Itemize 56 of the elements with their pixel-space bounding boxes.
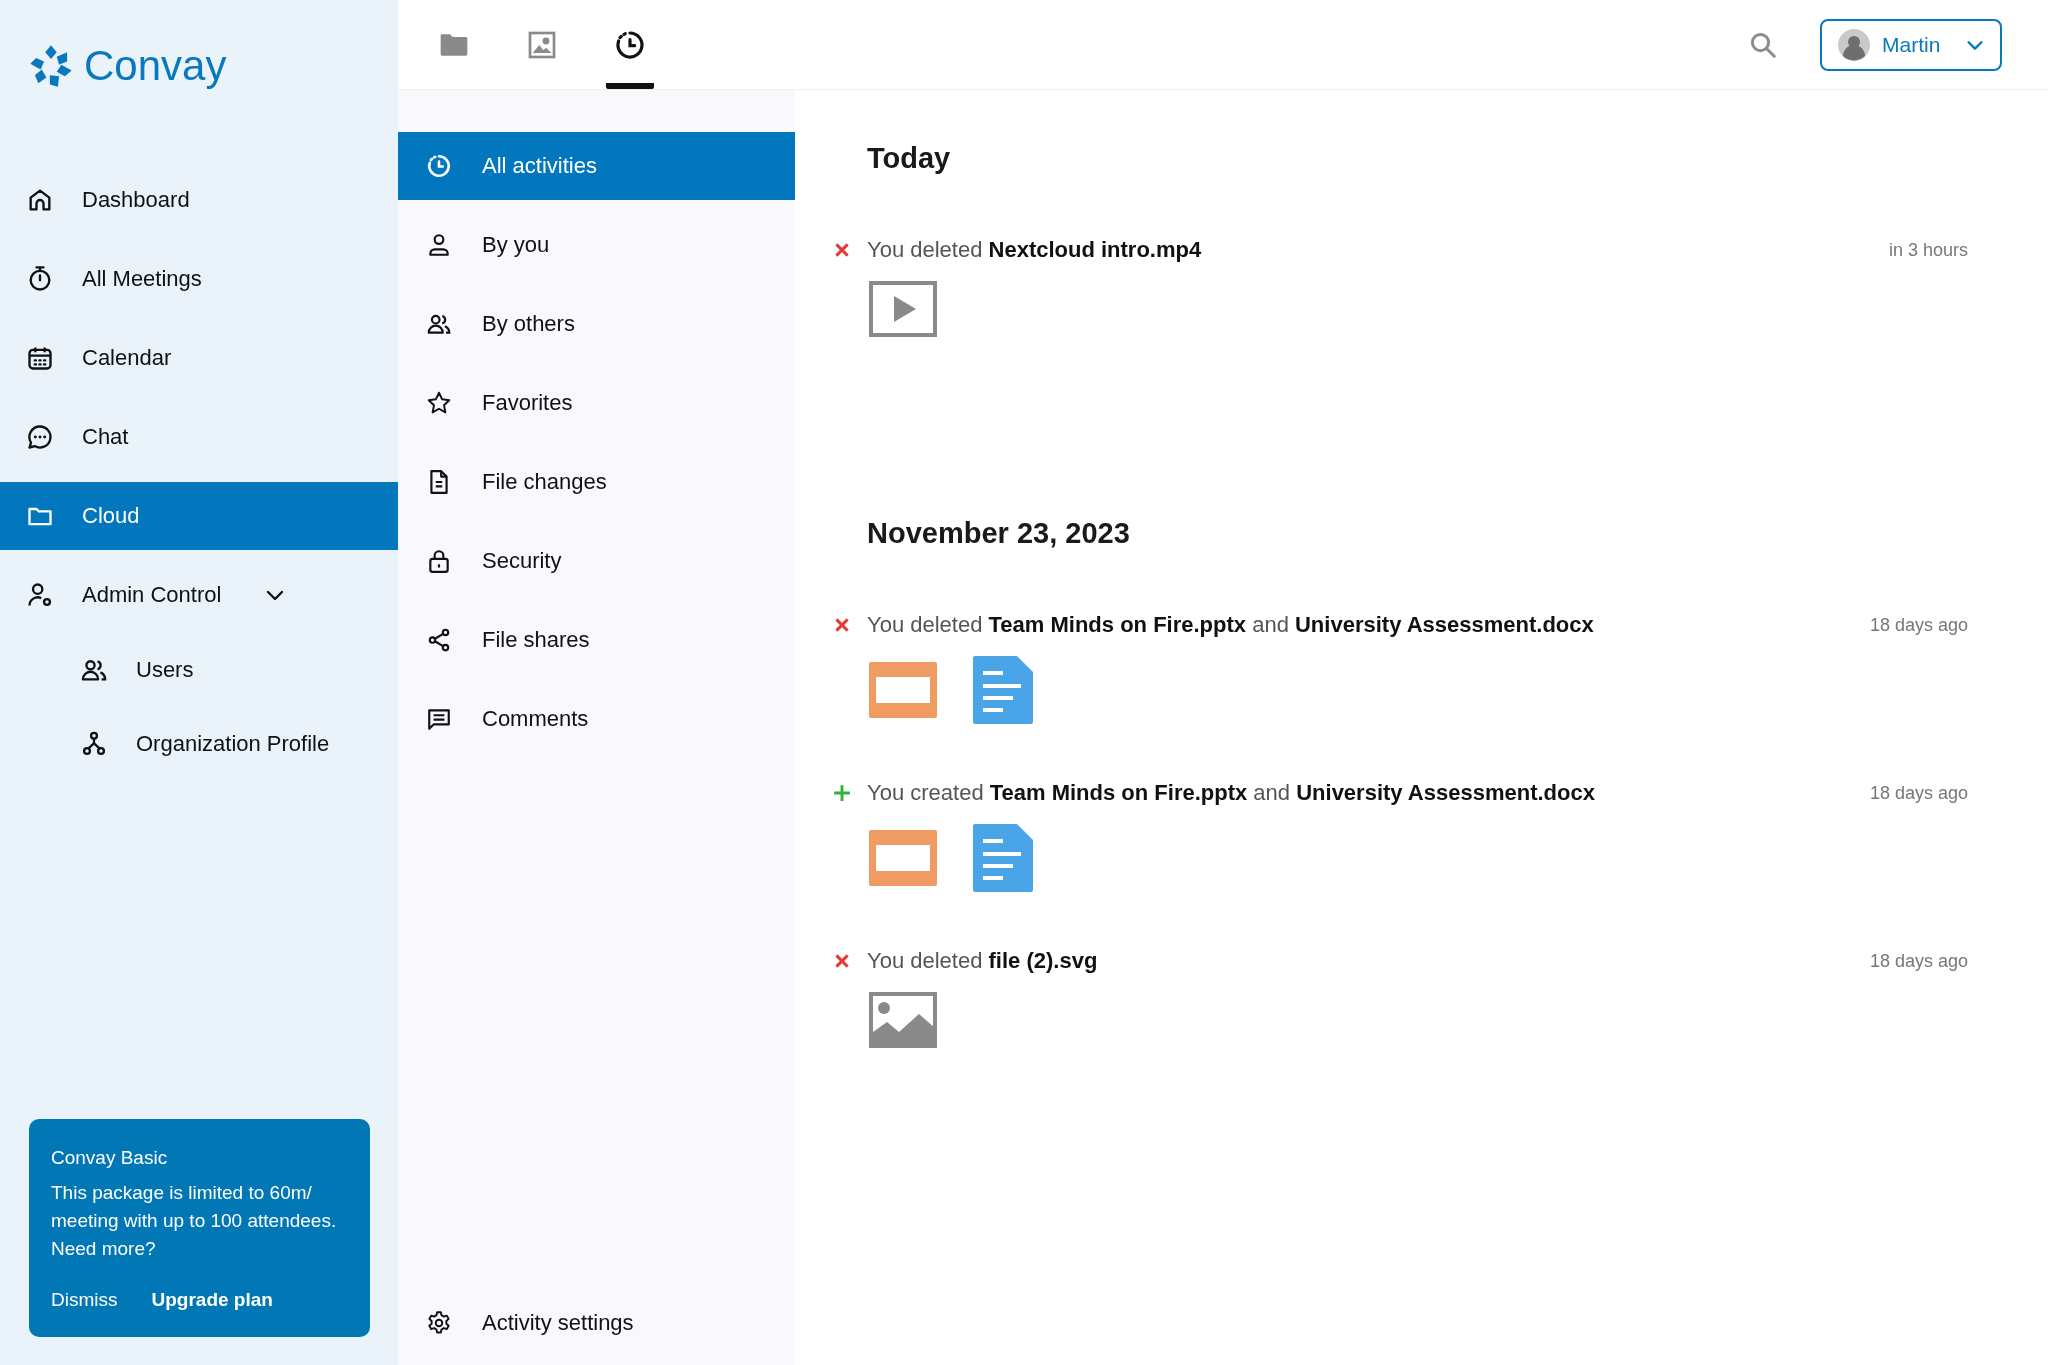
nav-item[interactable]: Cloud <box>0 482 398 550</box>
logo-icon <box>28 43 74 89</box>
settings-icon <box>426 1310 452 1336</box>
nav-item[interactable]: All Meetings <box>0 245 398 313</box>
filter-item[interactable]: File changes <box>398 448 795 516</box>
user-icon <box>426 232 452 258</box>
organization-icon <box>80 730 108 758</box>
filter-item[interactable]: All activities <box>398 132 795 200</box>
activity-text: You deleted file (2).svg <box>867 948 1098 974</box>
filter-item[interactable]: Security <box>398 527 795 595</box>
lock-icon <box>426 548 452 574</box>
promo-title: Convay Basic <box>51 1147 169 1169</box>
activity-icon <box>614 28 646 61</box>
avatar-icon <box>1838 28 1870 61</box>
comment-icon <box>426 706 452 732</box>
filter-item[interactable]: By others <box>398 290 795 358</box>
nav-subitem[interactable]: Organization Profile <box>0 714 398 774</box>
filter-item[interactable]: Comments <box>398 685 795 753</box>
user-menu-button[interactable]: Martin <box>1820 18 2002 71</box>
chat-icon <box>26 423 54 451</box>
star-icon <box>426 390 452 416</box>
video-file-icon <box>869 281 937 337</box>
activity-time: 18 days ago <box>1869 614 1968 636</box>
date-heading: November 23, 2023 <box>867 517 1131 550</box>
nav-item[interactable]: Calendar <box>0 324 398 392</box>
cross-icon <box>833 616 851 634</box>
filter-item[interactable]: Favorites <box>398 369 795 437</box>
activity-text: You deleted Nextcloud intro.mp4 <box>867 237 1202 263</box>
cross-icon <box>833 952 851 970</box>
presentation-file-icon <box>869 830 937 886</box>
activity-text: You created Team Minds on Fire.pptx and University Assessment.docx <box>867 780 1595 806</box>
brand-name: Convay <box>84 42 227 90</box>
plus-icon <box>833 784 851 802</box>
activity-settings-link[interactable]: Activity settings <box>398 1289 795 1357</box>
nav-item[interactable]: Chat <box>0 403 398 471</box>
activity-icon <box>426 153 452 179</box>
dismiss-button[interactable]: Dismiss <box>51 1289 118 1311</box>
promo-text: This package is limited to 60m/ meeting with up to 100 attendees. Need more? <box>51 1181 338 1261</box>
filter-item[interactable]: File shares <box>398 606 795 674</box>
share-icon <box>426 627 452 653</box>
nav-item[interactable]: Dashboard <box>0 166 398 234</box>
upgrade-button[interactable]: Upgrade plan <box>151 1289 273 1311</box>
date-heading: Today <box>867 142 952 175</box>
user-gear-icon <box>26 581 54 609</box>
nav-item[interactable]: Admin Control <box>0 561 398 629</box>
activity-text: You deleted Team Minds on Fire.pptx and University Assessment.docx <box>867 612 1594 638</box>
activity-time: 18 days ago <box>1869 782 1968 804</box>
image-file-icon <box>869 992 937 1048</box>
cross-icon <box>833 241 851 259</box>
document-file-icon <box>973 656 1033 724</box>
document-file-icon <box>973 824 1033 892</box>
filter-item[interactable]: By you <box>398 211 795 279</box>
presentation-file-icon <box>869 662 937 718</box>
nav-subitem[interactable]: Users <box>0 640 398 700</box>
activity-time: in 3 hours <box>1888 239 1968 261</box>
activity-time: 18 days ago <box>1869 950 1968 972</box>
